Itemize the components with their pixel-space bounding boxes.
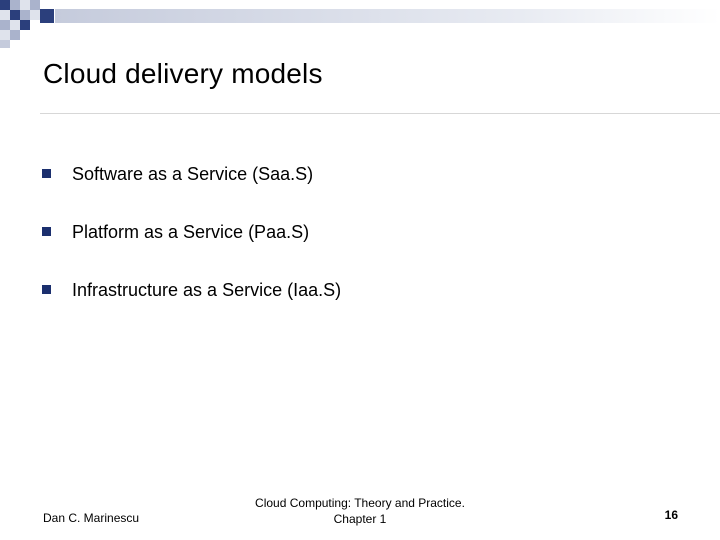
footer-book-title: Cloud Computing: Theory and Practice. Ch…: [210, 495, 510, 527]
bullet-list: Software as a Service (Saa.S) Platform a…: [42, 162, 341, 336]
bullet-text: Infrastructure as a Service (Iaa.S): [72, 280, 342, 300]
bullet-text: Software as a Service (Saa.S): [72, 164, 314, 184]
square-bullet-icon: [42, 169, 51, 178]
bullet-item-paas: Platform as a Service (Paa.S): [42, 220, 341, 278]
footer-book-line-2: Chapter 1: [333, 512, 387, 526]
bullet-item-saas: Software as a Service (Saa.S): [42, 162, 341, 220]
bullet-text: Platform as a Service (Paa.S): [72, 222, 310, 242]
slide-title: Cloud delivery models: [43, 58, 323, 89]
header-checker-band: [0, 0, 720, 48]
footer-author: Dan C. Marinescu: [43, 511, 140, 525]
footer-book-line-1: Cloud Computing: Theory and Practice.: [255, 496, 465, 510]
page-number: 16: [664, 508, 678, 522]
bullet-item-iaas: Infrastructure as a Service (Iaa.S): [42, 278, 341, 336]
square-bullet-icon: [42, 227, 51, 236]
square-bullet-icon: [42, 285, 51, 294]
title-divider: [40, 113, 720, 114]
